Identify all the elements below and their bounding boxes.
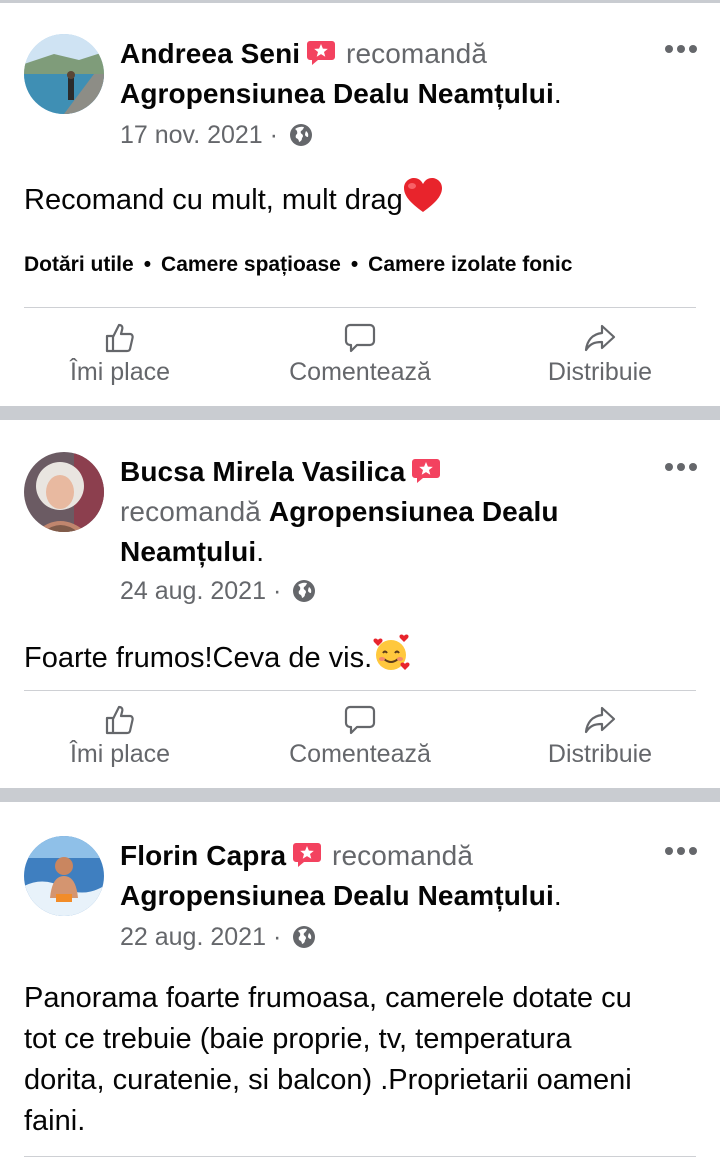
post-date[interactable]: 24 aug. 2021	[120, 577, 266, 605]
recommend-verb: recomandă	[120, 496, 261, 527]
tag-item: Camere spațioase	[161, 253, 341, 276]
post-text-content: Recomand cu mult, mult drag	[24, 184, 403, 216]
post-text-line: tot ce trebuie (baie proprie, tv, temper…	[24, 1023, 572, 1055]
page-link[interactable]: Agropensiunea Dealu Neamțului	[120, 78, 554, 109]
red-heart-icon	[403, 178, 443, 225]
actions-divider	[24, 690, 696, 691]
tag-bullet: •	[143, 253, 152, 276]
share-button[interactable]: Distribuie	[500, 704, 700, 769]
recommend-verb: recomandă	[332, 840, 473, 871]
share-icon	[584, 706, 616, 734]
post-date[interactable]: 22 aug. 2021	[120, 923, 266, 951]
share-label: Distribuie	[547, 358, 653, 386]
recommend-verb: recomandă	[346, 38, 488, 69]
post-text: Foarte frumos!Ceva de vis.	[24, 634, 696, 683]
author-name[interactable]: Andreea Seni	[120, 38, 300, 69]
review-tags: Dotări utile • Camere spațioase • Camere izo…	[24, 250, 572, 280]
author-avatar[interactable]	[24, 836, 104, 916]
comment-button[interactable]: Comentează	[260, 704, 460, 769]
author-name[interactable]: Bucsa Mirela Vasilica	[120, 456, 405, 487]
like-label: Îmi place	[69, 740, 171, 768]
comment-icon	[344, 705, 376, 735]
post-text: Panorama foarte frumoasa, camerele dotat…	[24, 978, 696, 1142]
post-separator	[0, 788, 720, 802]
post-date[interactable]: 17 nov. 2021	[120, 121, 263, 149]
like-button[interactable]: Îmi place	[20, 322, 220, 387]
comment-icon	[344, 323, 376, 353]
review-post-1: Andreea Seni recomandă Agropensiunea Dea…	[0, 0, 720, 406]
tag-item: Camere izolate fonic	[368, 253, 573, 276]
meta-separator: ·	[269, 121, 278, 149]
post-text-line: faini.	[24, 1105, 86, 1137]
meta-separator: ·	[272, 923, 282, 951]
period: .	[256, 536, 265, 567]
post-meta: 24 aug. 2021 ·	[120, 574, 316, 608]
share-button[interactable]: Distribuie	[500, 322, 700, 387]
post-meta: 17 nov. 2021 ·	[120, 118, 313, 152]
period: .	[553, 78, 562, 109]
recommend-star-icon	[306, 37, 336, 65]
page-link[interactable]: Agropensiunea Dealu Neamțului	[120, 880, 554, 911]
review-post-2: Bucsa Mirela Vasilica recomandă Agropens…	[0, 420, 720, 788]
comment-label: Comentează	[289, 740, 431, 768]
tag-item: Dotări utile	[24, 253, 134, 276]
post-header: Andreea Seni recomandă Agropensiunea Dea…	[120, 34, 640, 114]
recommend-star-icon	[292, 839, 322, 867]
thumbs-up-icon	[105, 323, 134, 353]
actions-divider	[24, 1156, 696, 1157]
post-text-content: Foarte frumos!Ceva de vis.	[24, 642, 373, 674]
author-name[interactable]: Florin Capra	[120, 840, 286, 871]
comment-button[interactable]: Comentează	[260, 322, 460, 387]
thumbs-up-icon	[105, 705, 134, 735]
post-separator	[0, 406, 720, 420]
share-label: Distribuie	[547, 740, 653, 768]
review-post-3: Florin Capra recomandă Agropensiunea Dea…	[0, 802, 720, 1159]
post-meta: 22 aug. 2021 ·	[120, 920, 316, 954]
share-icon	[584, 324, 616, 352]
globe-icon	[289, 122, 313, 146]
actions-divider	[24, 307, 696, 308]
post-text: Recomand cu mult, mult drag	[24, 178, 696, 225]
more-options-icon[interactable]	[664, 844, 698, 858]
period: .	[553, 880, 562, 911]
author-avatar[interactable]	[24, 34, 104, 114]
post-header: Florin Capra recomandă Agropensiunea Dea…	[120, 836, 640, 916]
like-button[interactable]: Îmi place	[20, 704, 220, 769]
globe-icon	[292, 924, 316, 948]
smiling-face-with-hearts-icon	[372, 634, 410, 683]
more-options-icon[interactable]	[664, 42, 698, 56]
recommend-star-icon	[411, 455, 441, 483]
comment-label: Comentează	[289, 358, 431, 386]
globe-icon	[292, 578, 316, 602]
like-label: Îmi place	[69, 358, 171, 386]
post-text-line: Panorama foarte frumoasa, camerele dotat…	[24, 982, 632, 1014]
more-options-icon[interactable]	[664, 460, 698, 474]
post-header: Bucsa Mirela Vasilica recomandă Agropens…	[120, 452, 640, 572]
meta-separator: ·	[272, 577, 282, 605]
tag-bullet: •	[350, 253, 359, 276]
author-avatar[interactable]	[24, 452, 104, 532]
post-text-line: dorita, curatenie, si balcon) .Proprieta…	[24, 1064, 632, 1096]
